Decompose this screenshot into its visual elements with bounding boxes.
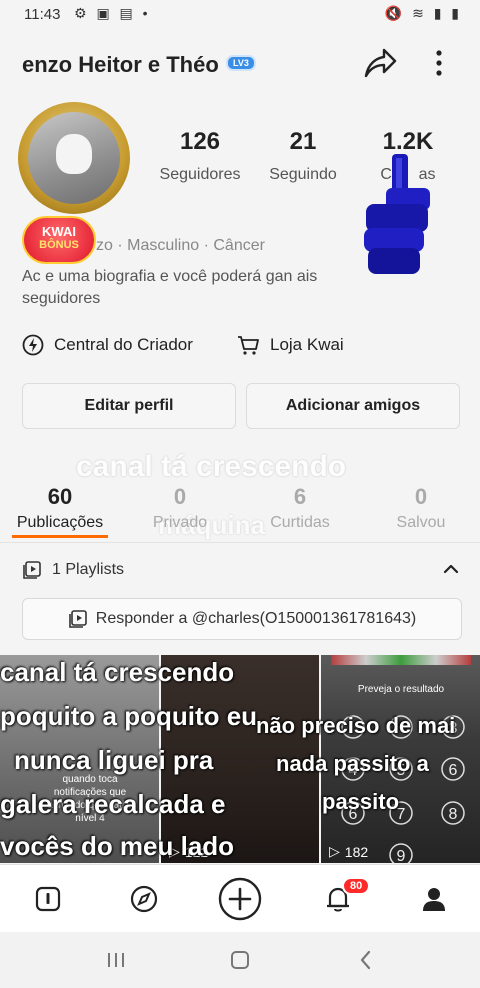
- edit-profile-button[interactable]: Editar perfil: [22, 383, 236, 429]
- followers-label: Seguidores: [159, 166, 241, 183]
- kwai-shop-label: Loja Kwai: [270, 335, 344, 354]
- profile-icon[interactable]: [416, 881, 452, 917]
- kwai-badge-subtitle: BÔNUS: [39, 239, 79, 251]
- svg-text:8: 8: [449, 806, 458, 823]
- stat-followers[interactable]: 126 Seguidores: [150, 128, 250, 184]
- compass-icon[interactable]: [126, 881, 162, 917]
- system-navigation-bar: [0, 932, 480, 988]
- play-icon: ▷: [329, 843, 340, 859]
- playlists-header[interactable]: 1 Playlists: [22, 560, 124, 580]
- status-bar: 11:43 ⚙ ▣ ▤ • 🔇 ≋ ▮ ▮: [0, 0, 480, 30]
- status-time: 11:43: [24, 6, 61, 23]
- tab-private-count: 0: [173, 484, 187, 509]
- video-3-views: ▷ 182: [329, 843, 368, 860]
- svg-text:6: 6: [449, 762, 458, 779]
- profile-username: enzo Heitor e Théo: [22, 52, 219, 77]
- more-vertical-icon[interactable]: [424, 46, 454, 80]
- status-right-icons: 🔇 ≋ ▮ ▮: [384, 5, 462, 21]
- kwai-badge-title: KWAI: [42, 224, 76, 239]
- playlist-reply-label: Responder a @charles(O150001361781643): [95, 610, 417, 627]
- grid-overlay-right-2: nada passito a: [276, 751, 429, 776]
- tab-private-label: Privado: [152, 514, 208, 531]
- playlist-icon: [23, 561, 41, 579]
- tab-publications-label: Publicações: [16, 514, 104, 531]
- bottom-navigation: 80: [0, 864, 480, 932]
- level-badge: LV3: [226, 55, 256, 71]
- add-friends-button[interactable]: Adicionar amigos: [246, 383, 460, 429]
- tab-likes-count: 6: [293, 484, 307, 509]
- avatar[interactable]: [18, 102, 130, 214]
- home-button-icon[interactable]: [228, 949, 252, 976]
- video-3-header: Preveja o resultado: [357, 684, 445, 695]
- grid-overlay-line-5: vocês do meu lado: [0, 831, 235, 861]
- profile-tabs: 60 Publicações 0 Privado 6 Curtidas 0 Sa…: [0, 476, 480, 540]
- tab-private[interactable]: 0 Privado: [125, 484, 235, 532]
- create-post-button[interactable]: [218, 877, 262, 921]
- grid-overlay-right-1: não preciso de mai: [256, 713, 456, 738]
- plus-circle-icon: [218, 877, 262, 921]
- tab-publications-count: 60: [47, 484, 73, 509]
- grid-overlay-line-4: galera recalcada e: [0, 789, 226, 819]
- tab-saved[interactable]: 0 Salvou: [366, 484, 476, 532]
- kwai-bonus-badge[interactable]: KWAI BÔNUS: [22, 216, 96, 264]
- active-tab-indicator: [12, 535, 108, 538]
- grid-overlay-line-2: poquito a poquito eu: [0, 701, 258, 731]
- share-arrow-icon[interactable]: [362, 46, 398, 80]
- tab-publications[interactable]: 60 Publicações: [5, 484, 115, 532]
- playlists-label: 1 Playlists: [52, 561, 125, 578]
- kwai-shop-link[interactable]: Loja Kwai: [236, 334, 344, 356]
- creator-center-link[interactable]: Central do Criador: [22, 334, 193, 356]
- home-icon[interactable]: [30, 881, 66, 917]
- svg-text:9: 9: [397, 848, 406, 863]
- bio-line-2: seguidores: [22, 290, 101, 307]
- dog-icon: [56, 134, 92, 174]
- playlist-reply-item[interactable]: Responder a @charles(O150001361781643): [22, 598, 462, 640]
- tab-likes[interactable]: 6 Curtidas: [245, 484, 355, 532]
- chevron-up-icon[interactable]: [440, 558, 462, 580]
- lightning-icon: [22, 334, 44, 356]
- grid-overlay-line-3: nunca liguei pra: [14, 745, 214, 775]
- tab-likes-label: Curtidas: [270, 514, 330, 531]
- cart-icon: [238, 336, 259, 355]
- followers-count: 126: [179, 128, 221, 155]
- grid-overlay-right-3: passito: [322, 789, 400, 814]
- grid-overlay-line-1: canal tá crescendo: [0, 657, 235, 687]
- recent-apps-icon[interactable]: [104, 950, 128, 975]
- avatar-photo: [28, 112, 120, 204]
- tabs-divider: [0, 542, 480, 543]
- stat-following[interactable]: 21 Seguindo: [253, 128, 353, 184]
- creator-center-label: Central do Criador: [54, 335, 193, 354]
- video-3-banner: [331, 655, 471, 665]
- tab-saved-count: 0: [414, 484, 428, 509]
- tab-saved-label: Salvou: [396, 514, 446, 531]
- following-count: 21: [289, 128, 317, 155]
- profile-meta: zo · Masculino · Câncer: [96, 237, 265, 254]
- status-left-icons: ⚙ ▣ ▤ •: [74, 5, 151, 21]
- following-label: Seguindo: [269, 166, 337, 183]
- playlist-icon: [68, 610, 87, 628]
- video-grid: quando toca notificações que achando que…: [0, 655, 480, 863]
- back-icon[interactable]: [356, 949, 376, 976]
- video-3-view-count: 182: [344, 843, 369, 860]
- notification-badge: 80: [342, 877, 371, 895]
- thumbs-up-icon: [356, 148, 436, 288]
